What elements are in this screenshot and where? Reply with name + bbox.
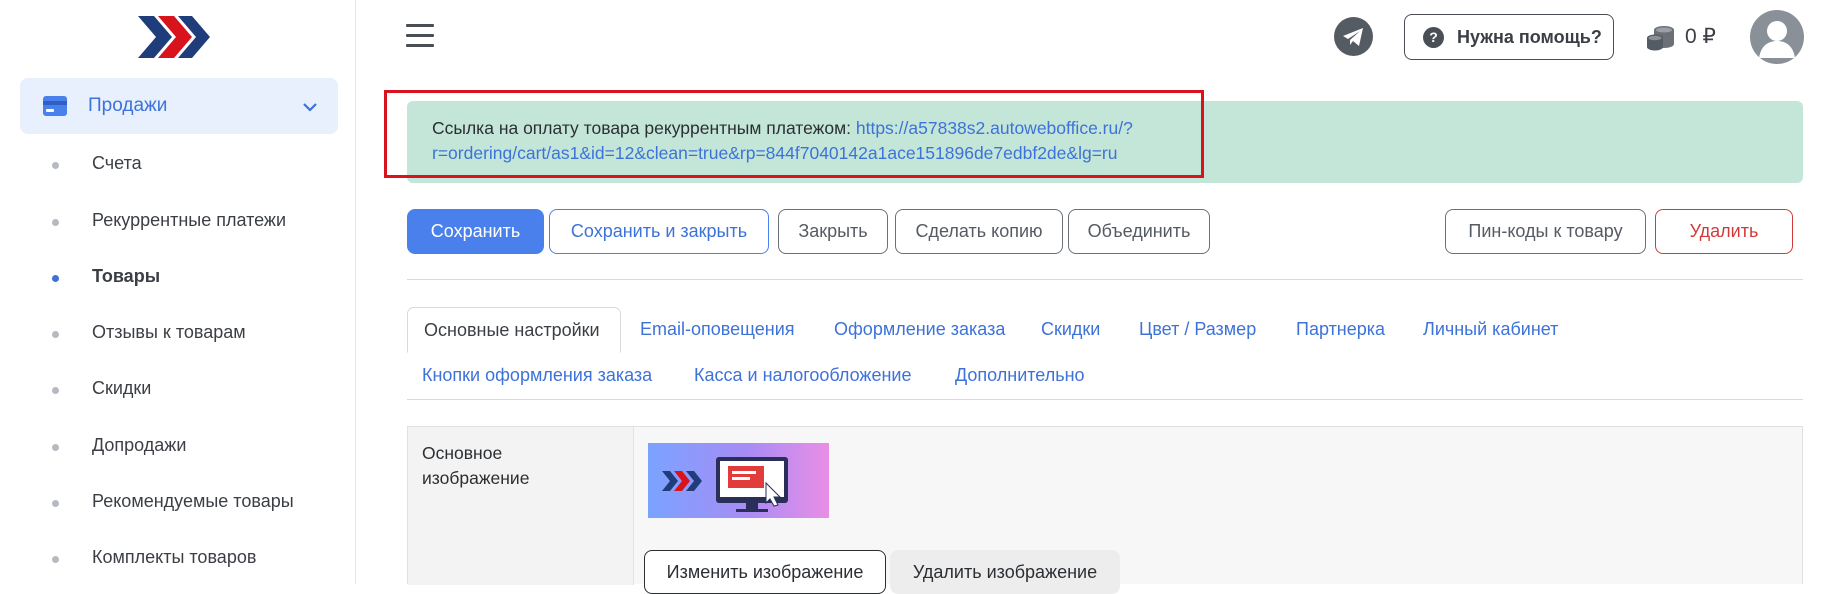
coins-icon: [1646, 24, 1676, 52]
sidebar-item-label: Комплекты товаров: [92, 547, 257, 567]
credit-card-icon: [42, 95, 68, 122]
company-logo[interactable]: [136, 14, 212, 60]
hamburger-menu-icon[interactable]: [406, 24, 434, 50]
pin-codes-button[interactable]: Пин-коды к товару: [1445, 209, 1646, 254]
sidebar-item-label: Товары: [92, 266, 161, 286]
tab-additional[interactable]: Дополнительно: [955, 365, 1085, 386]
sidebar-item-label: Допродажи: [92, 435, 187, 455]
tab-affiliate[interactable]: Партнерка: [1296, 319, 1385, 340]
delete-button[interactable]: Удалить: [1655, 209, 1793, 254]
tab-cashbox-taxes[interactable]: Касса и налогообложение: [694, 365, 912, 386]
sidebar: Продажи Счета Рекуррентные платежи Товар…: [0, 0, 356, 584]
product-image-thumbnail[interactable]: [648, 443, 829, 518]
avatar[interactable]: [1750, 10, 1804, 64]
tab-email-notifications[interactable]: Email-оповещения: [640, 319, 795, 340]
field-label-column: Основное изображение: [408, 427, 634, 585]
sidebar-item-label: Счета: [92, 153, 142, 173]
merge-button[interactable]: Объединить: [1068, 209, 1210, 254]
sidebar-item-label: Отзывы к товарам: [92, 322, 246, 342]
bullet-icon: [52, 219, 59, 226]
change-image-button[interactable]: Изменить изображение: [644, 550, 886, 594]
payment-link[interactable]: https://a57838s2.autoweboffice.ru/?: [856, 118, 1133, 138]
tab-main-settings[interactable]: Основные настройки: [407, 307, 621, 353]
bullet-icon: [52, 331, 59, 338]
tab-color-size[interactable]: Цвет / Размер: [1139, 319, 1256, 340]
save-button[interactable]: Сохранить: [407, 209, 544, 254]
help-button[interactable]: ? Нужна помощь?: [1404, 14, 1614, 60]
main-image-label: Основное изображение: [422, 443, 530, 488]
sidebar-item-discounts[interactable]: Скидки: [0, 369, 355, 409]
bullet-icon: [52, 556, 59, 563]
sidebar-item-product-bundles[interactable]: Комплекты товаров: [0, 538, 355, 578]
alert-text: Ссылка на оплату товара рекуррентным пла…: [432, 118, 856, 138]
help-button-label: Нужна помощь?: [1457, 27, 1602, 47]
sidebar-item-invoices[interactable]: Счета: [0, 144, 355, 184]
bullet-icon: [52, 387, 59, 394]
telegram-icon[interactable]: [1334, 17, 1373, 56]
payment-link-continuation[interactable]: r=ordering/cart/as1&id=12&clean=true&rp=…: [432, 143, 1117, 163]
bullet-icon: [52, 500, 59, 507]
sidebar-item-label: Скидки: [92, 378, 152, 398]
make-copy-button[interactable]: Сделать копию: [895, 209, 1063, 254]
sidebar-group-label: Продажи: [88, 95, 168, 116]
sidebar-item-recommended-products[interactable]: Рекомендуемые товары: [0, 482, 355, 522]
sidebar-item-upsells[interactable]: Допродажи: [0, 426, 355, 466]
delete-image-button[interactable]: Удалить изображение: [890, 550, 1120, 594]
tab-checkout[interactable]: Оформление заказа: [834, 319, 1005, 340]
balance-amount: 0 ₽: [1685, 25, 1716, 48]
bullet-icon: [52, 162, 59, 169]
sidebar-item-label: Рекомендуемые товары: [92, 491, 294, 511]
sidebar-item-products[interactable]: Товары: [0, 257, 355, 297]
payment-link-alert: Ссылка на оплату товара рекуррентным пла…: [407, 101, 1803, 183]
tab-checkout-buttons[interactable]: Кнопки оформления заказа: [422, 365, 652, 386]
sidebar-group-sales[interactable]: Продажи: [20, 78, 338, 134]
tabs-divider: [407, 399, 1803, 400]
divider: [407, 279, 1803, 280]
sidebar-item-recurring-payments[interactable]: Рекуррентные платежи: [0, 201, 355, 241]
sidebar-item-product-reviews[interactable]: Отзывы к товарам: [0, 313, 355, 353]
close-button[interactable]: Закрыть: [778, 209, 888, 254]
tab-discounts[interactable]: Скидки: [1041, 319, 1100, 340]
bullet-icon: [52, 444, 59, 451]
save-and-close-button[interactable]: Сохранить и закрыть: [549, 209, 769, 254]
tab-personal-account[interactable]: Личный кабинет: [1423, 319, 1558, 340]
bullet-icon: [52, 275, 59, 282]
question-icon: ?: [1423, 27, 1444, 48]
chevron-down-icon[interactable]: [302, 100, 318, 118]
sidebar-item-label: Рекуррентные платежи: [92, 210, 287, 230]
